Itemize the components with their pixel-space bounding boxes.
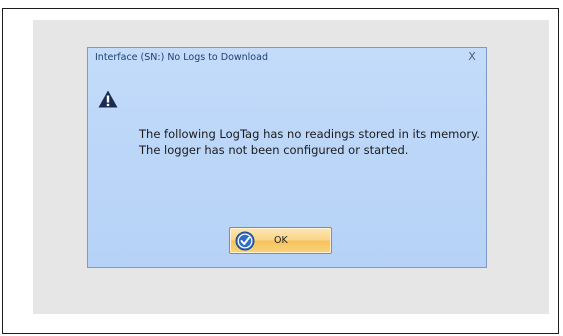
message-line-1: The following LogTag has no readings sto…: [139, 127, 480, 141]
dialog-title: Interface (SN:) No Logs to Download: [95, 52, 268, 63]
checkmark-circle-icon: [235, 231, 255, 251]
no-logs-dialog: Interface (SN:) No Logs to Download X Th…: [87, 47, 487, 268]
dialog-message: The following LogTag has no readings sto…: [139, 126, 480, 158]
message-line-2: The logger has not been configured or st…: [139, 143, 409, 157]
ok-button[interactable]: OK: [229, 227, 332, 254]
warning-icon: [98, 90, 118, 108]
dialog-titlebar: Interface (SN:) No Logs to Download X: [88, 48, 486, 68]
ok-button-label: OK: [274, 235, 288, 246]
close-button[interactable]: X: [465, 50, 479, 64]
